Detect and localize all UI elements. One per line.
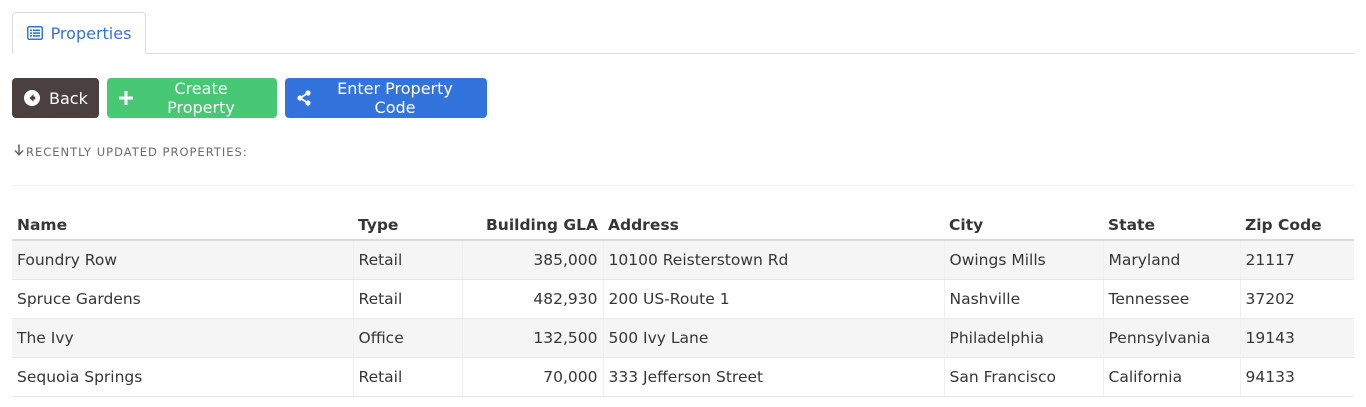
create-property-button[interactable]: Create Property [107,78,277,118]
cell-state: California [1103,357,1241,397]
cell-zip-code: 19143 [1240,318,1354,358]
cell-zip-code: 94133 [1240,357,1354,397]
table-row[interactable]: Spruce Gardens Retail 482,930 200 US-Rou… [12,279,1354,319]
cell-building-gla: 70,000 [462,357,604,397]
cell-zip-code: 37202 [1240,279,1354,319]
column-header-building-gla[interactable]: Building GLA [462,206,603,241]
arrow-down-icon [14,144,24,159]
cell-address: 500 Ivy Lane [603,318,945,358]
cell-state: Tennessee [1103,279,1241,319]
cell-city: San Francisco [944,357,1104,397]
cell-zip-code: 21117 [1240,240,1354,280]
table-row[interactable]: The Ivy Office 132,500 500 Ivy Lane Phil… [12,318,1354,358]
tab-bar: Properties [12,12,1354,54]
cell-name[interactable]: Foundry Row [12,240,354,280]
cell-building-gla: 482,930 [462,279,604,319]
column-header-state[interactable]: State [1103,206,1240,241]
section-heading: RECENTLY UPDATED PROPERTIES: [14,144,248,159]
cell-address: 333 Jefferson Street [603,357,945,397]
back-button-label: Back [49,88,88,108]
column-header-city[interactable]: City [944,206,1103,241]
tab-properties-label: Properties [50,23,132,43]
column-header-zip-code[interactable]: Zip Code [1240,206,1354,241]
action-buttons: Back Create Property Enter Property Code [12,78,487,118]
tab-properties[interactable]: Properties [12,12,146,54]
column-header-type[interactable]: Type [353,206,462,241]
cell-type: Office [353,318,463,358]
cell-type: Retail [353,279,463,319]
table-row[interactable]: Foundry Row Retail 385,000 10100 Reister… [12,240,1354,280]
cell-type: Retail [353,240,463,280]
cell-type: Retail [353,357,463,397]
cell-city: Philadelphia [944,318,1104,358]
table-row[interactable]: Sequoia Springs Retail 70,000 333 Jeffer… [12,357,1354,397]
section-heading-label: RECENTLY UPDATED PROPERTIES: [26,144,248,159]
plus-icon [119,91,133,105]
properties-table: Name Type Building GLA Address City Stat… [12,206,1354,397]
cell-name[interactable]: Spruce Gardens [12,279,354,319]
cell-name[interactable]: The Ivy [12,318,354,358]
arrow-circle-left-icon [24,90,40,106]
enter-property-code-button-label: Enter Property Code [337,79,453,117]
cell-city: Owings Mills [944,240,1104,280]
cell-city: Nashville [944,279,1104,319]
share-icon [297,90,311,106]
table-header-row: Name Type Building GLA Address City Stat… [12,206,1354,241]
cell-address: 200 US-Route 1 [603,279,945,319]
cell-state: Pennsylvania [1103,318,1241,358]
enter-property-code-button[interactable]: Enter Property Code [285,78,487,118]
cell-building-gla: 132,500 [462,318,604,358]
column-header-name[interactable]: Name [12,206,353,241]
column-header-address[interactable]: Address [603,206,944,241]
cell-address: 10100 Reisterstown Rd [603,240,945,280]
cell-state: Maryland [1103,240,1241,280]
cell-name[interactable]: Sequoia Springs [12,357,354,397]
create-property-button-label: Create Property [167,79,235,117]
list-icon [26,26,43,40]
divider [12,185,1354,186]
back-button[interactable]: Back [12,78,99,118]
cell-building-gla: 385,000 [462,240,604,280]
